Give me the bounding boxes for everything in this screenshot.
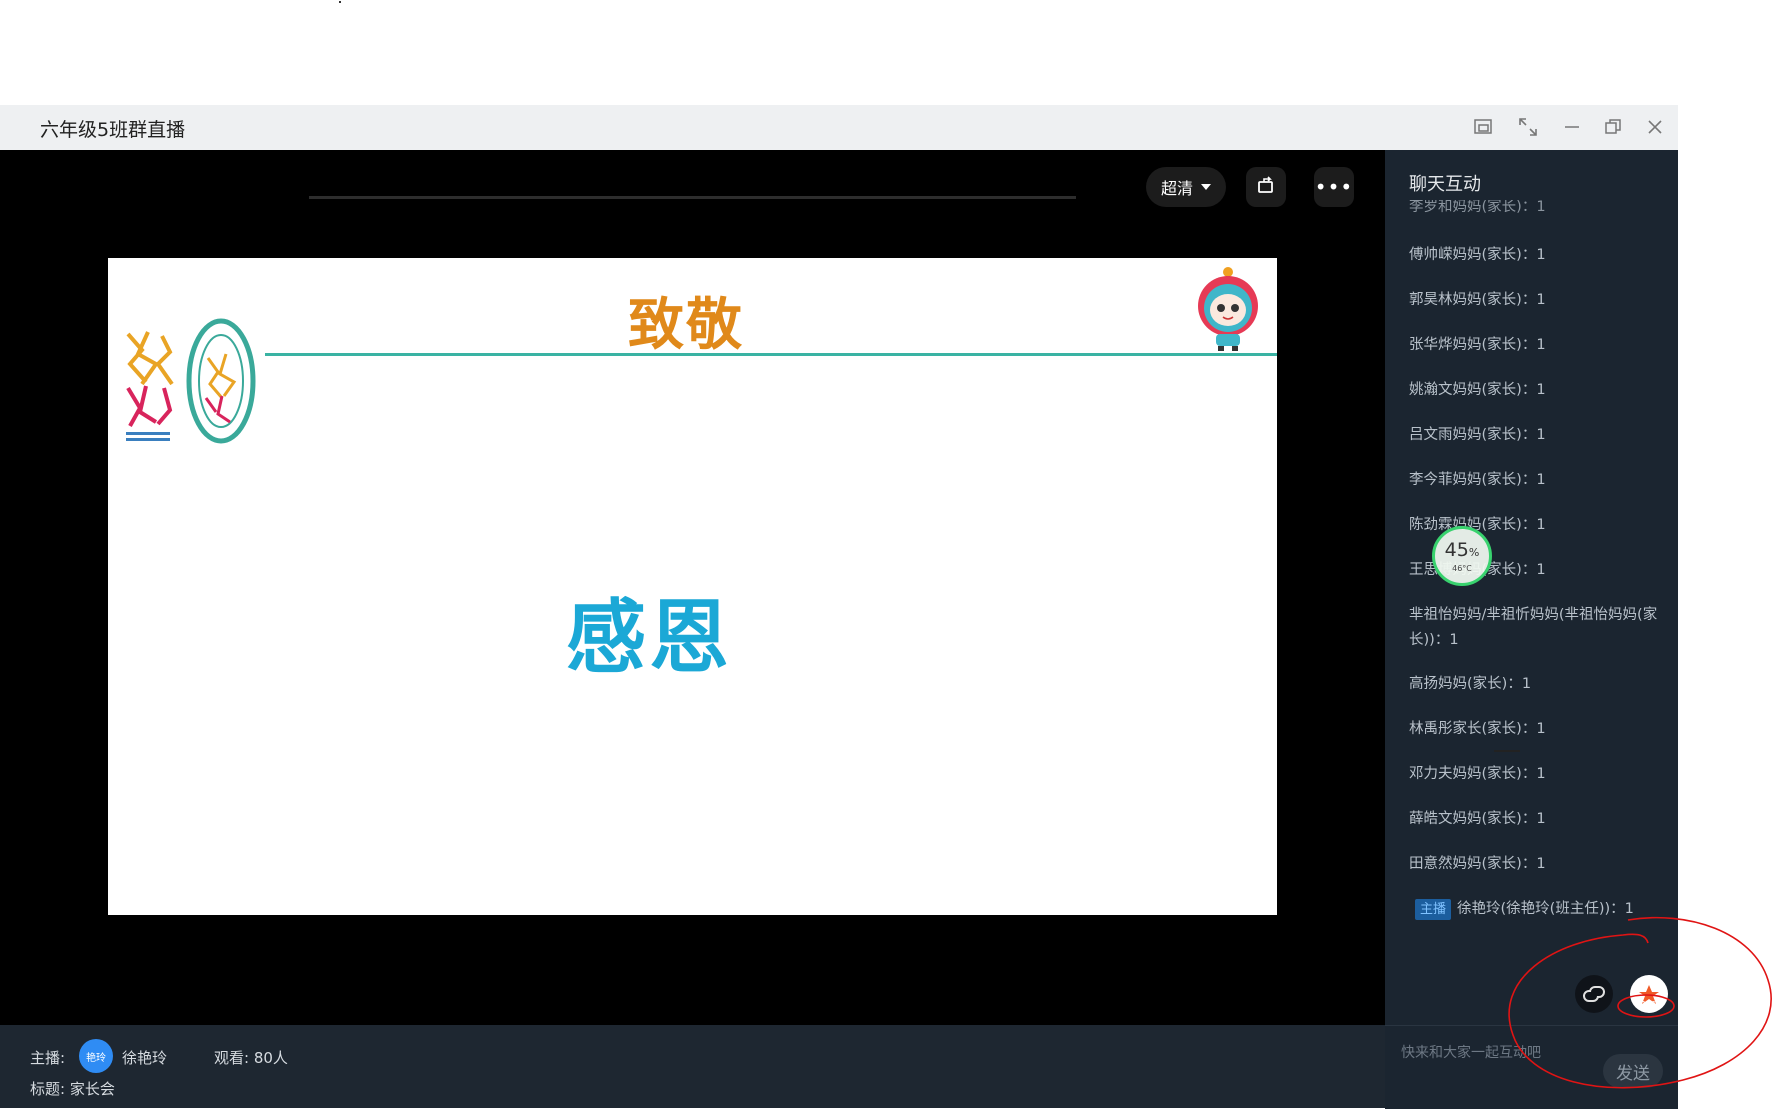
list-item: 芈祖怡妈妈/芈祖忻妈妈(芈祖怡妈妈(家长))：1 [1409,607,1658,648]
list-item: 薛皓文妈妈(家长)：1 [1409,811,1546,827]
quality-selector[interactable]: 超清 [1146,167,1226,207]
list-item: 田意然妈妈(家长)：1 [1409,856,1546,872]
quality-label: 超清 [1160,179,1193,198]
rotate-button[interactable] [1246,167,1286,207]
stream-info-bar: 主播: 艳玲 徐艳玲 观看: 80人 标题: 家长会 [0,1025,1385,1108]
list-item: 李今菲妈妈(家长)：1 [1409,472,1546,488]
host-label: 主播: [30,1049,66,1067]
chat-panel: 聊天互动 李罗和妈妈(家长)：1 傅帅嵘妈妈(家长)：1 郭昊林妈妈(家长)：1… [1385,150,1678,1025]
more-icon: ••• [1314,175,1354,199]
video-progress-bar[interactable] [309,196,1076,199]
list-item: 傅帅嵘妈妈(家长)：1 [1409,247,1546,263]
host-tag: 主播 [1415,899,1452,920]
school-seal-icon [186,318,256,444]
title-bar: 六年级5班群直播 [0,105,1678,150]
list-item: 邓力夫妈妈(家长)：1 [1409,766,1546,782]
chat-message-list[interactable]: 李罗和妈妈(家长)：1 傅帅嵘妈妈(家长)：1 郭昊林妈妈(家长)：1 张华烨妈… [1409,200,1659,1025]
caret-down-icon [1201,184,1211,190]
chat-input-bar: 发送 [1385,1025,1678,1109]
fullscreen-icon[interactable] [1516,115,1540,139]
send-button[interactable]: 发送 [1603,1054,1663,1088]
list-item: 李罗和妈妈(家长)：1 [1409,200,1546,214]
restore-icon[interactable] [1601,115,1625,139]
link-icon [1583,986,1605,1002]
host-message-text: 徐艳玲(徐艳玲(班主任))：1 [1457,901,1634,917]
viewer-count: 观看: 80人 [214,1049,288,1067]
school-logo-icon [126,331,174,441]
share-button[interactable] [1575,975,1613,1013]
pip-icon[interactable] [1471,115,1495,139]
rotate-icon [1256,175,1276,199]
stream-topic: 标题: 家长会 [30,1080,115,1098]
slide-divider [265,353,1277,356]
host-name: 徐艳玲 [122,1049,168,1067]
host-message: 主播 徐艳玲(徐艳玲(班主任))：1 [1415,897,1665,922]
chat-input[interactable] [1399,1040,1593,1066]
slide-main-text: 感恩 [566,591,732,684]
minimize-icon[interactable] [1560,115,1584,139]
battery-widget[interactable]: 45% 46°C [1432,526,1492,586]
more-button[interactable]: ••• [1314,167,1354,207]
avatar[interactable]: 艳玲 [79,1039,113,1073]
window-title: 六年级5班群直播 [40,119,186,141]
battery-temperature: 46°C [1452,564,1472,573]
robot-mascot-icon [1198,267,1258,351]
chat-title: 聊天互动 [1409,174,1481,195]
close-icon[interactable] [1643,115,1667,139]
like-count: 101 [1641,1000,1657,1009]
slide-heading: 致敬 [628,293,744,358]
list-item: 吕文雨妈妈(家长)：1 [1409,427,1546,443]
presentation-slide: 致敬 感恩 [108,258,1277,915]
list-item: 姚瀚文妈妈(家长)：1 [1409,382,1546,398]
list-item: 高扬妈妈(家长)：1 [1409,676,1532,692]
battery-percent: 45% [1444,539,1480,561]
list-item: 林禹彤家长(家长)：1 [1409,721,1546,737]
list-item: 张华烨妈妈(家长)：1 [1409,337,1546,353]
list-item: 郭昊林妈妈(家长)：1 [1409,292,1546,308]
